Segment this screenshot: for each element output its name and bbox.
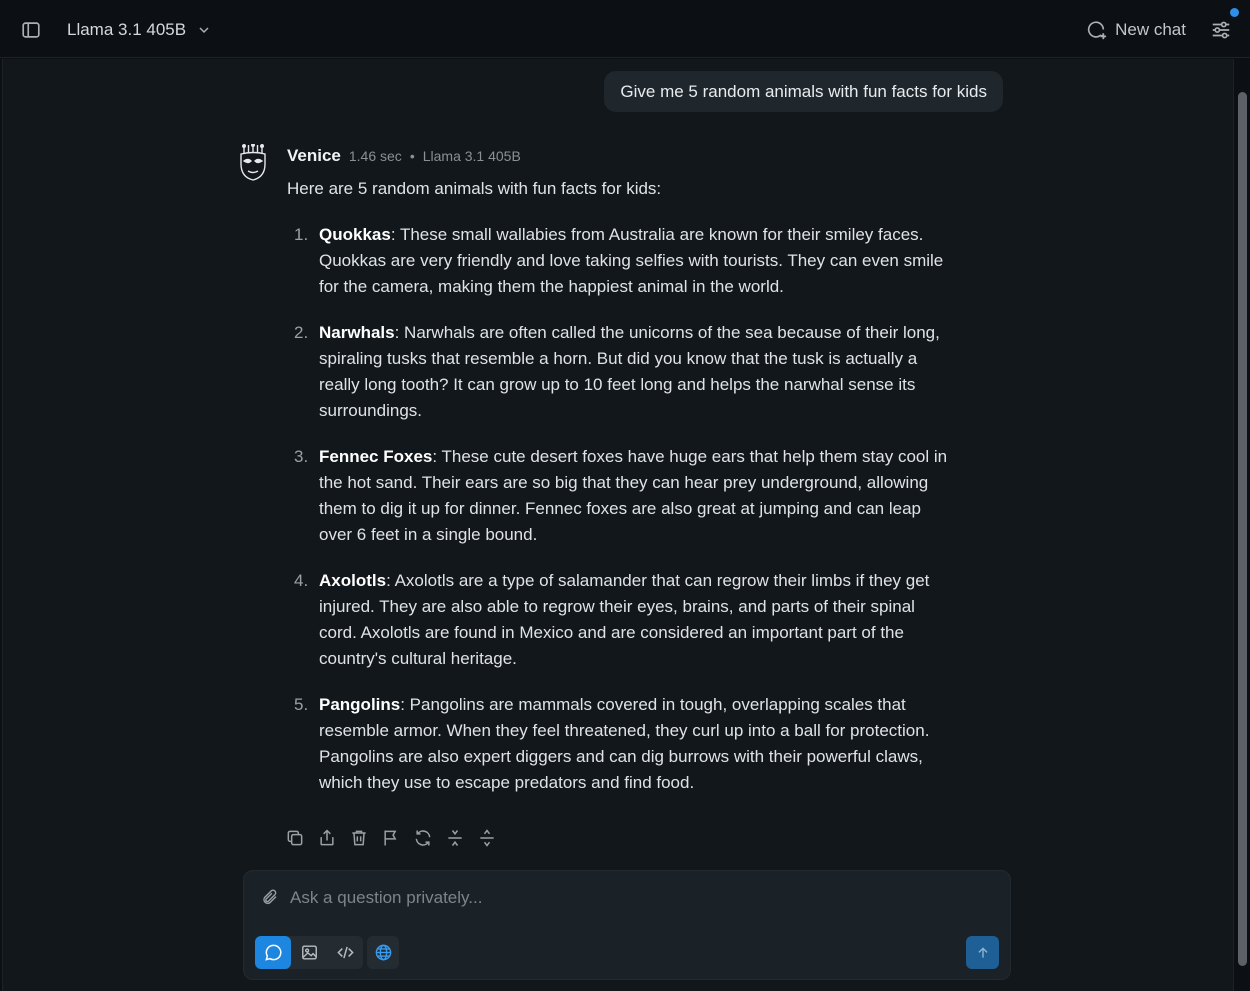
venice-avatar-icon xyxy=(238,143,268,182)
response-time: 1.46 sec xyxy=(348,148,402,164)
assistant-message-header: Venice 1.46 sec • Llama 3.1 405B xyxy=(287,146,521,168)
mode-chat-button[interactable] xyxy=(255,936,291,969)
expand-icon[interactable] xyxy=(477,828,497,848)
mode-selector xyxy=(255,936,363,969)
new-chat-label: New chat xyxy=(1115,20,1186,39)
globe-icon xyxy=(375,944,391,961)
regenerate-icon[interactable] xyxy=(413,828,433,848)
assistant-name: Venice xyxy=(287,146,341,165)
notification-dot xyxy=(1230,8,1239,17)
list-number: 3. xyxy=(294,447,309,466)
list-item-text: Fennec Foxes: These cute desert foxes ha… xyxy=(319,444,957,548)
new-chat-icon xyxy=(1088,21,1107,40)
model-selector[interactable]: Llama 3.1 405B xyxy=(67,17,212,43)
model-name: Llama 3.1 405B xyxy=(67,20,187,39)
list-item-text: Axolotls: Axolotls are a type of salaman… xyxy=(319,568,957,672)
chevron-down-icon xyxy=(199,27,209,34)
user-message-bubble: Give me 5 random animals with fun facts … xyxy=(604,71,1003,112)
animal-name: Narwhals xyxy=(319,323,395,342)
new-chat-button[interactable]: New chat xyxy=(1085,17,1186,43)
image-icon xyxy=(301,945,317,960)
list-item: 2. Narwhals: Narwhals are often called t… xyxy=(287,320,957,424)
collapse-icon[interactable] xyxy=(445,828,465,848)
trash-icon[interactable] xyxy=(349,828,369,848)
list-number: 5. xyxy=(294,695,309,714)
prompt-input[interactable] xyxy=(290,885,970,911)
list-item: 4. Axolotls: Axolotls are a type of sala… xyxy=(287,568,957,672)
list-item: 5. Pangolins: Pangolins are mammals cove… xyxy=(287,692,957,796)
animal-name: Axolotls xyxy=(319,571,387,590)
chat-bubble-icon xyxy=(264,944,282,961)
send-button[interactable] xyxy=(966,936,999,969)
message-composer xyxy=(243,870,1011,980)
response-model: Llama 3.1 405B xyxy=(422,148,521,164)
list-item-text: Pangolins: Pangolins are mammals covered… xyxy=(319,692,957,796)
copy-icon[interactable] xyxy=(285,828,305,848)
paperclip-icon[interactable] xyxy=(261,888,279,906)
assistant-message-body: Here are 5 random animals with fun facts… xyxy=(287,176,957,816)
share-icon[interactable] xyxy=(317,828,337,848)
arrow-up-icon xyxy=(977,946,988,958)
animal-fact: : These small wallabies from Australia a… xyxy=(319,225,944,296)
response-intro: Here are 5 random animals with fun facts… xyxy=(287,179,662,198)
list-number: 1. xyxy=(294,225,309,244)
list-item: 1. Quokkas: These small wallabies from A… xyxy=(287,222,957,300)
top-bar: Llama 3.1 405B New chat xyxy=(0,0,1250,58)
animal-name: Pangolins xyxy=(319,695,401,714)
sidebar-toggle-icon[interactable] xyxy=(20,19,42,41)
animal-facts-list: 1. Quokkas: These small wallabies from A… xyxy=(287,222,957,796)
mode-code-button[interactable] xyxy=(327,936,363,969)
list-item: 3. Fennec Foxes: These cute desert foxes… xyxy=(287,444,957,548)
message-actions xyxy=(285,828,497,848)
animal-fact: : Axolotls are a type of salamander that… xyxy=(319,571,930,668)
animal-fact: : Narwhals are often called the unicorns… xyxy=(319,323,940,420)
animal-name: Quokkas xyxy=(319,225,391,244)
list-number: 4. xyxy=(294,571,309,590)
app-window: Llama 3.1 405B New chat Give me 5 random… xyxy=(0,0,1250,991)
list-item-text: Narwhals: Narwhals are often called the … xyxy=(319,320,957,424)
meta-separator: • xyxy=(409,148,415,164)
mode-image-button[interactable] xyxy=(291,936,327,969)
web-search-button[interactable] xyxy=(367,936,399,969)
flag-icon[interactable] xyxy=(381,828,401,848)
list-item-text: Quokkas: These small wallabies from Aust… xyxy=(319,222,957,300)
list-number: 2. xyxy=(294,323,309,342)
code-icon xyxy=(336,946,354,959)
animal-fact: : Pangolins are mammals covered in tough… xyxy=(319,695,930,792)
animal-name: Fennec Foxes xyxy=(319,447,433,466)
scrollbar-thumb[interactable] xyxy=(1238,92,1247,966)
settings-sliders-icon[interactable] xyxy=(1210,19,1232,41)
